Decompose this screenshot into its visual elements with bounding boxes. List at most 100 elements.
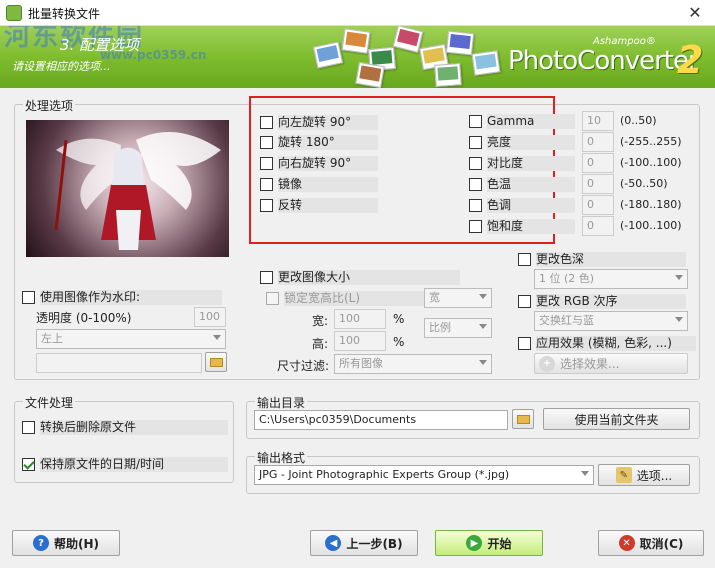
- delete-original-checkbox[interactable]: 转换后删除原文件: [22, 419, 228, 435]
- saturation-range: (-100..100): [620, 219, 682, 232]
- rotate-180-label: 旋转 180°: [278, 134, 378, 150]
- cancel-button[interactable]: ✕ 取消(C): [598, 530, 704, 556]
- checkbox-box[interactable]: [260, 156, 273, 170]
- gamma-range: (0..50): [620, 114, 657, 127]
- checkbox-box[interactable]: [22, 457, 35, 471]
- output-dir-browse-button[interactable]: [512, 409, 534, 429]
- hue-checkbox[interactable]: 色调: [469, 197, 575, 213]
- delete-original-label: 转换后删除原文件: [40, 419, 228, 435]
- checkbox-box[interactable]: [469, 135, 482, 149]
- chevron-down-icon: [581, 471, 589, 476]
- rotate-left-label: 向左旋转 90°: [278, 114, 378, 130]
- checkbox-box[interactable]: [469, 177, 482, 191]
- resize-scale-select[interactable]: 比例: [424, 318, 492, 338]
- close-icon[interactable]: ✕: [685, 3, 705, 23]
- rotate-right-label: 向右旋转 90°: [278, 155, 378, 171]
- watermark-file-input[interactable]: [36, 353, 202, 373]
- checkbox-box[interactable]: [260, 115, 273, 129]
- saturation-label: 饱和度: [487, 218, 575, 234]
- resize-checkbox[interactable]: 更改图像大小: [260, 269, 460, 285]
- cancel-icon: ✕: [618, 535, 635, 551]
- brand-number: 2: [677, 38, 704, 82]
- output-dir-input[interactable]: C:\Users\pc0359\Documents: [254, 410, 508, 430]
- back-label: 上一步(B): [346, 536, 403, 551]
- color-depth-checkbox[interactable]: 更改色深: [518, 251, 686, 267]
- preview-illustration: [54, 132, 221, 250]
- height-input[interactable]: 100: [334, 331, 386, 351]
- checkbox-box[interactable]: [260, 135, 273, 149]
- width-input[interactable]: 100: [334, 309, 386, 329]
- checkbox-box[interactable]: [518, 252, 531, 266]
- checkbox-box[interactable]: [518, 336, 531, 350]
- checkbox-box[interactable]: [22, 290, 35, 304]
- rotate-right-checkbox[interactable]: 向右旋转 90°: [260, 155, 378, 171]
- hue-label: 色调: [487, 197, 575, 213]
- temperature-label: 色温: [487, 176, 575, 192]
- temperature-input[interactable]: 0: [582, 174, 614, 194]
- folder-icon: [517, 415, 530, 424]
- start-button[interactable]: ▶ 开始: [435, 530, 543, 556]
- invert-checkbox[interactable]: 反转: [260, 197, 378, 213]
- effects-checkbox[interactable]: 应用效果 (模糊, 色彩, ...): [518, 335, 696, 351]
- checkbox-box[interactable]: [260, 198, 273, 212]
- checkbox-box[interactable]: [260, 270, 273, 284]
- file-handling-title: 文件处理: [23, 394, 76, 411]
- keep-date-checkbox[interactable]: 保持原文件的日期/时间: [22, 456, 228, 472]
- checkbox-box[interactable]: [469, 156, 482, 170]
- gamma-input[interactable]: 10: [582, 111, 614, 131]
- resize-label: 更改图像大小: [278, 269, 460, 285]
- select-effects-button[interactable]: + 选择效果...: [534, 353, 688, 374]
- format-options-button[interactable]: ✎ 选项...: [598, 464, 690, 486]
- back-arrow-icon: ◀: [325, 535, 342, 551]
- rgb-order-checkbox[interactable]: 更改 RGB 次序: [518, 293, 686, 309]
- width-unit: %: [393, 312, 405, 326]
- contrast-input[interactable]: 0: [582, 153, 614, 173]
- watermark-browse-button[interactable]: [205, 352, 227, 372]
- mirror-checkbox[interactable]: 镜像: [260, 176, 378, 192]
- image-preview: [26, 120, 229, 257]
- checkbox-box[interactable]: [469, 114, 482, 128]
- gamma-checkbox[interactable]: Gamma: [469, 113, 575, 129]
- rgb-order-select[interactable]: 交换红与蓝: [534, 311, 688, 331]
- brightness-checkbox[interactable]: 亮度: [469, 134, 575, 150]
- filter-select[interactable]: 所有图像: [334, 354, 492, 374]
- checkbox-box[interactable]: [469, 198, 482, 212]
- temperature-checkbox[interactable]: 色温: [469, 176, 575, 192]
- saturation-input[interactable]: 0: [582, 216, 614, 236]
- chevron-down-icon: [213, 335, 221, 340]
- brightness-range: (-255..255): [620, 135, 682, 148]
- checkbox-box[interactable]: [518, 294, 531, 308]
- rotate-left-checkbox[interactable]: 向左旋转 90°: [260, 114, 378, 130]
- saturation-checkbox[interactable]: 饱和度: [469, 218, 575, 234]
- temperature-range: (-50..50): [620, 177, 668, 190]
- checkbox-box[interactable]: [260, 177, 273, 191]
- output-format-title: 输出格式: [255, 449, 308, 466]
- checkbox-box[interactable]: [266, 291, 279, 305]
- watermark-label: 使用图像作为水印:: [40, 289, 222, 305]
- filter-value: 所有图像: [339, 357, 383, 370]
- watermark-position-value: 左上: [41, 332, 63, 345]
- hue-input[interactable]: 0: [582, 195, 614, 215]
- resize-mode-select[interactable]: 宽: [424, 288, 492, 308]
- help-button[interactable]: ? 帮助(H): [12, 530, 120, 556]
- color-depth-select[interactable]: 1 位 (2 色): [534, 269, 688, 289]
- use-current-folder-button[interactable]: 使用当前文件夹: [543, 408, 690, 430]
- checkbox-box[interactable]: [469, 219, 482, 233]
- hue-range: (-180..180): [620, 198, 682, 211]
- processing-options-title: 处理选项: [23, 97, 76, 114]
- watermark-checkbox[interactable]: 使用图像作为水印:: [22, 289, 222, 305]
- checkbox-box[interactable]: [22, 420, 35, 434]
- rotate-180-checkbox[interactable]: 旋转 180°: [260, 134, 378, 150]
- photo-collage: [305, 26, 505, 88]
- keep-ratio-checkbox[interactable]: 锁定宽高比(L): [266, 290, 426, 306]
- effects-icon: +: [539, 355, 555, 372]
- output-format-select[interactable]: JPG - Joint Photographic Experts Group (…: [254, 465, 594, 485]
- watermark-position-select[interactable]: 左上: [36, 329, 226, 349]
- effects-label: 应用效果 (模糊, 色彩, ...): [536, 335, 696, 351]
- rgb-order-value: 交换红与蓝: [539, 314, 594, 327]
- color-depth-label: 更改色深: [536, 251, 686, 267]
- brightness-input[interactable]: 0: [582, 132, 614, 152]
- back-button[interactable]: ◀ 上一步(B): [310, 530, 418, 556]
- contrast-checkbox[interactable]: 对比度: [469, 155, 575, 171]
- opacity-input[interactable]: 100: [194, 307, 226, 327]
